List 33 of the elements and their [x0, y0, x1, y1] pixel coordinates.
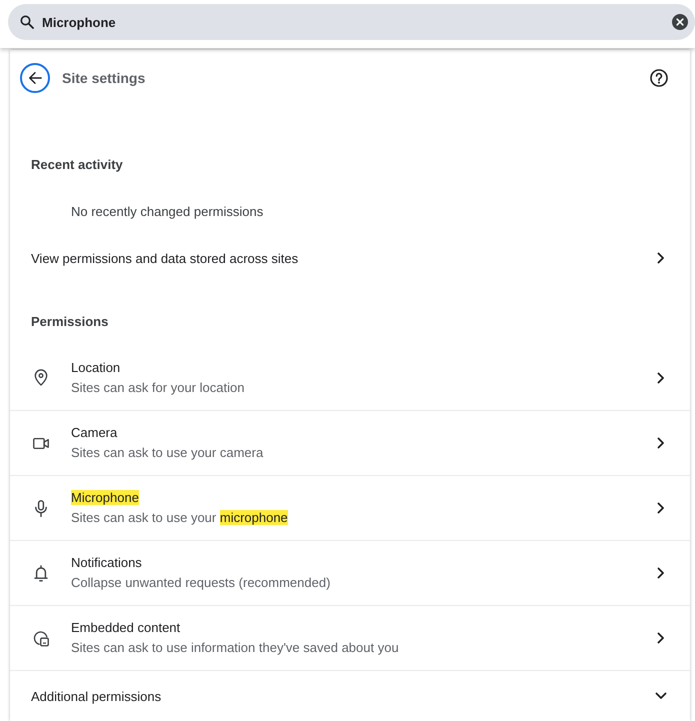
permission-title[interactable]: Camera [71, 423, 118, 443]
permission-description: Sites can ask to use your microphone [71, 509, 288, 527]
chevron-right-icon[interactable] [657, 502, 665, 514]
clear-icon[interactable] [672, 14, 688, 30]
additional-permissions-toggle[interactable]: Additional permissions [31, 688, 162, 704]
permission-description: Sites can ask to use your camera [71, 444, 264, 462]
chevron-right-icon[interactable] [657, 437, 665, 449]
back-button[interactable] [20, 63, 50, 93]
chevron-right-icon[interactable] [657, 632, 665, 644]
permission-title[interactable]: Location [71, 358, 120, 378]
permission-description: Sites can ask to use information they've saved about you [71, 639, 399, 657]
permission-description: Sites can ask for your location [71, 378, 244, 397]
location-pin-icon [33, 369, 49, 386]
microphone-icon [33, 500, 49, 516]
chevron-down-icon[interactable] [655, 692, 667, 700]
empty-state-text: No recently changed permissions [71, 204, 264, 218]
chevron-right-icon[interactable] [657, 252, 665, 264]
section-heading: Recent activity [31, 156, 123, 172]
search-field[interactable]: Microphone [8, 4, 695, 40]
help-icon[interactable] [650, 69, 668, 87]
permission-title[interactable]: Microphone [71, 488, 139, 508]
bell-icon [33, 564, 49, 582]
page-title: Site settings [62, 70, 146, 86]
chevron-right-icon[interactable] [657, 372, 665, 384]
permission-description: Collapse unwanted requests (recommended) [71, 574, 330, 592]
embedded-content-icon [33, 630, 49, 646]
section-heading: Permissions [31, 314, 108, 328]
permission-title[interactable]: Notifications [71, 553, 142, 573]
back-arrow-icon [28, 71, 42, 85]
search-icon [20, 15, 34, 29]
site-data-link[interactable]: View permissions and data stored across sites [31, 250, 298, 266]
permission-title[interactable]: Embedded content [71, 618, 180, 638]
chevron-right-icon[interactable] [657, 567, 665, 579]
